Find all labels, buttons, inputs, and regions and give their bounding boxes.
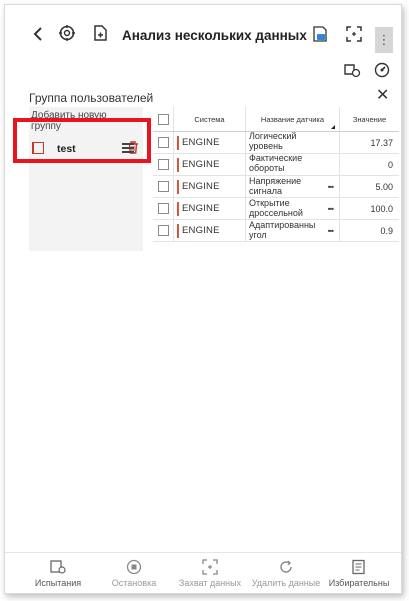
user-group-title: Группа пользователей — [29, 91, 154, 105]
sensor-name-cell: Открытие дроссельной — [249, 199, 303, 218]
sensor-name-cell: Напряжение сигнала — [249, 177, 302, 196]
system-cell: ENGINE — [182, 137, 220, 148]
chevron-left-icon[interactable] — [29, 25, 47, 43]
column-header-value[interactable]: Значение — [340, 115, 399, 124]
more-options-icon[interactable]: ••• — [328, 226, 334, 235]
nav-capture[interactable]: Захват данных — [172, 559, 248, 589]
table-header: Система Название датчика Значение — [153, 107, 399, 132]
table-row[interactable]: ENGINE Логический уровень напряжения 17.37 — [153, 132, 399, 154]
car-test-icon — [20, 559, 96, 575]
table-row[interactable]: ENGINE Открытие дроссельной ••• 100.0 — [153, 198, 399, 220]
gauge-icon[interactable] — [373, 62, 391, 78]
brain-gear-icon[interactable] — [58, 24, 76, 42]
column-header-sensor-name[interactable]: Название датчика — [246, 115, 339, 124]
nav-label: Захват данных — [178, 578, 242, 588]
value-cell: 5.00 — [375, 181, 393, 192]
nav-selective[interactable]: Избирательны — [321, 559, 397, 589]
row-checkbox[interactable] — [157, 159, 169, 170]
close-icon[interactable]: ✕ — [376, 85, 389, 105]
system-color-bar — [177, 179, 179, 194]
car-settings-icon[interactable] — [343, 62, 361, 78]
sensor-name-cell: Адаптированный угол — [249, 221, 316, 240]
system-cell: ENGINE — [182, 203, 220, 214]
value-cell: 17.37 — [370, 137, 393, 148]
app-window: Анализ нескольких данных ⋮ Группа пользо… — [4, 4, 402, 594]
table-row[interactable]: ENGINE Напряжение сигнала ••• 5.00 — [153, 176, 399, 198]
header: Анализ нескольких данных ⋮ — [5, 5, 401, 53]
more-vertical-icon[interactable]: ⋮ — [375, 27, 393, 53]
column-header-system[interactable]: Система — [174, 115, 245, 124]
row-checkbox[interactable] — [157, 137, 169, 148]
nav-delete-data[interactable]: Удалить данные — [248, 559, 324, 589]
pdf-export-icon[interactable] — [311, 25, 329, 43]
system-color-bar — [177, 201, 179, 216]
system-color-bar — [177, 223, 179, 238]
nav-tests[interactable]: Испытания — [20, 559, 96, 589]
table-row[interactable]: ENGINE Адаптированный угол ••• 0.9 — [153, 220, 399, 242]
row-checkbox[interactable] — [157, 181, 169, 192]
value-cell: 0 — [387, 159, 393, 170]
value-cell: 0.9 — [380, 225, 393, 236]
nav-label: Испытания — [34, 578, 82, 588]
nav-stop[interactable]: Остановка — [96, 559, 172, 589]
selective-list-icon — [321, 559, 397, 575]
value-cell: 100.0 — [370, 203, 393, 214]
more-options-icon[interactable]: ••• — [328, 204, 334, 213]
refresh-icon — [248, 559, 324, 575]
add-file-icon[interactable] — [91, 24, 109, 42]
nav-label: Удалить данные — [251, 578, 321, 588]
system-color-bar — [177, 157, 179, 172]
nav-label: Остановка — [111, 578, 157, 588]
selection-highlight — [13, 118, 151, 163]
sensor-name-cell: Логический уровень напряжения — [249, 132, 300, 153]
sort-indicator-icon — [331, 125, 335, 129]
more-options-icon[interactable]: ••• — [328, 182, 334, 191]
page-title: Анализ нескольких данных — [122, 28, 307, 43]
stop-circle-icon — [96, 559, 172, 575]
nav-label: Избирательны — [328, 578, 390, 588]
system-cell: ENGINE — [182, 225, 220, 236]
select-all-checkbox[interactable] — [157, 113, 169, 125]
system-color-bar — [177, 135, 179, 150]
table-row[interactable]: ENGINE Фактические обороты двигателя 0 — [153, 154, 399, 176]
system-cell: ENGINE — [182, 181, 220, 192]
sensor-name-cell: Фактические обороты двигателя — [249, 154, 303, 175]
row-checkbox[interactable] — [157, 225, 169, 236]
screenshot-frame-icon[interactable] — [345, 25, 363, 43]
row-checkbox[interactable] — [157, 203, 169, 214]
bottom-nav: Испытания Остановка Захват данных Удалит… — [5, 552, 401, 592]
capture-frame-icon — [172, 559, 248, 575]
system-cell: ENGINE — [182, 159, 220, 170]
